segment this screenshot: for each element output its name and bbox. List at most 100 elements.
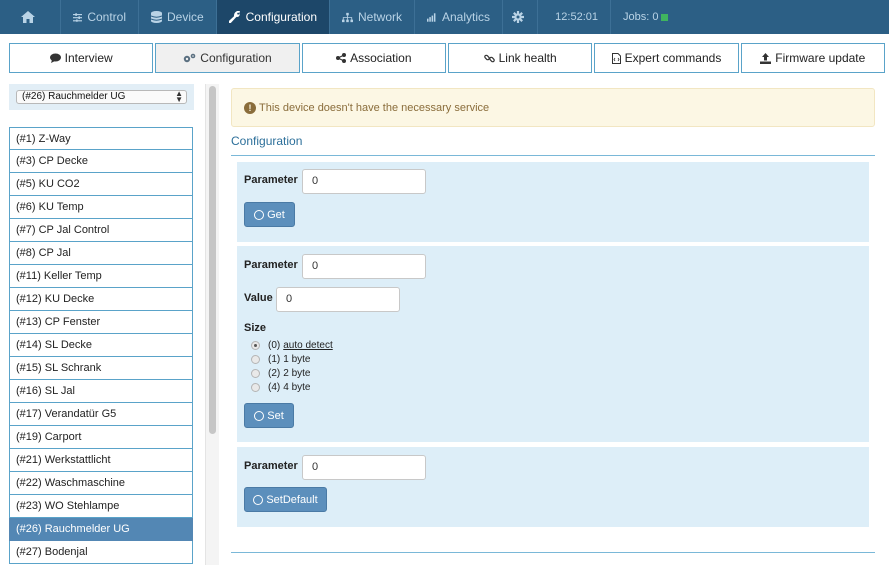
device-list-item[interactable]: (#6) KU Temp xyxy=(9,196,193,219)
comment-icon xyxy=(49,53,61,63)
size-label: Size xyxy=(244,322,267,334)
size-option-1-prefix: (1) xyxy=(268,354,281,365)
size-option-2-label: 2 byte xyxy=(283,368,311,379)
device-list-item[interactable]: (#11) Keller Temp xyxy=(9,265,193,288)
device-list-item[interactable]: (#8) CP Jal xyxy=(9,242,193,265)
device-list-item[interactable]: (#22) Waschmaschine xyxy=(9,472,193,495)
device-list-item[interactable]: (#12) KU Decke xyxy=(9,288,193,311)
set-parameter-panel: Parameter 0 Value 0 Size (0) auto detect… xyxy=(237,246,869,442)
gear-icon xyxy=(511,11,524,23)
default-parameter-label: Parameter xyxy=(244,460,298,472)
clock: 12:52:01 xyxy=(538,0,611,34)
nav-configuration[interactable]: Configuration xyxy=(217,0,330,34)
radio-icon[interactable] xyxy=(251,383,260,392)
tab-expert-commands[interactable]: Expert commands xyxy=(594,43,739,73)
value-input[interactable]: 0 xyxy=(276,287,400,312)
wrench-icon xyxy=(229,11,241,23)
device-list-item[interactable]: (#16) SL Jal xyxy=(9,380,193,403)
jobs-indicator[interactable]: Jobs: 0 xyxy=(611,0,680,34)
tab-association[interactable]: Association xyxy=(301,43,446,73)
size-option-3-prefix: (4) xyxy=(268,382,281,393)
warning-alert: ! This device doesn't have the necessary… xyxy=(231,88,875,127)
size-option-3-label: 4 byte xyxy=(283,382,311,393)
size-option-3[interactable]: (4) 4 byte xyxy=(251,382,310,393)
device-select[interactable]: (#26) Rauchmelder UG ▲ ▼ xyxy=(16,90,187,104)
radio-icon[interactable] xyxy=(251,355,260,364)
get-parameter-input[interactable]: 0 xyxy=(302,169,426,194)
file-code-icon xyxy=(611,52,621,64)
nav-control[interactable]: Control xyxy=(61,0,139,34)
device-list-item[interactable]: (#21) Werkstattlicht xyxy=(9,449,193,472)
tab-firmware-update[interactable]: Firmware update xyxy=(740,43,885,73)
sidebar-scrollbar[interactable] xyxy=(205,84,219,565)
exclamation-icon: ! xyxy=(244,101,256,114)
set-default-button-label: SetDefault xyxy=(266,493,318,506)
link-icon xyxy=(483,54,495,62)
warning-text: This device doesn't have the necessary s… xyxy=(259,101,490,114)
nav-network[interactable]: Network xyxy=(330,0,415,34)
top-navbar: Control Device Configuration Network Ana… xyxy=(0,0,889,34)
device-select-wrapper: (#26) Rauchmelder UG ▲ ▼ xyxy=(9,84,194,110)
sitemap-icon xyxy=(342,12,353,22)
tab-configuration-label: Configuration xyxy=(200,51,272,65)
size-option-2[interactable]: (2) 2 byte xyxy=(251,368,310,379)
bar-chart-icon xyxy=(427,12,436,22)
device-list-item[interactable]: (#13) CP Fenster xyxy=(9,311,193,334)
nav-device[interactable]: Device xyxy=(139,0,217,34)
set-button[interactable]: Set xyxy=(244,403,294,428)
circle-icon xyxy=(254,209,265,220)
database-icon xyxy=(151,11,162,23)
size-option-1-label: 1 byte xyxy=(283,354,311,365)
tab-firmware-update-label: Firmware update xyxy=(775,51,866,65)
radio-checked-icon[interactable] xyxy=(251,341,260,350)
device-list-item[interactable]: (#15) SL Schrank xyxy=(9,357,193,380)
device-list-item[interactable]: (#23) WO Stehlampe xyxy=(9,495,193,518)
tab-expert-commands-label: Expert commands xyxy=(624,51,722,65)
size-option-2-prefix: (2) xyxy=(268,368,281,379)
size-option-0-label: auto detect xyxy=(283,340,333,351)
circle-icon xyxy=(254,410,265,421)
nav-analytics[interactable]: Analytics xyxy=(415,0,503,34)
tab-interview[interactable]: Interview xyxy=(9,43,154,73)
share-icon xyxy=(336,53,347,63)
device-list-item[interactable]: (#26) Rauchmelder UG xyxy=(9,518,193,541)
device-list-item[interactable]: (#19) Carport xyxy=(9,426,193,449)
home-button[interactable] xyxy=(0,0,61,34)
device-list-item[interactable]: (#1) Z-Way xyxy=(9,127,193,150)
nav-network-label: Network xyxy=(357,10,402,24)
device-list: (#1) Z-Way (#3) CP Decke (#5) KU CO2 (#6) K… xyxy=(9,127,193,565)
nav-analytics-label: Analytics xyxy=(441,10,490,24)
device-list-item[interactable]: (#3) CP Decke xyxy=(9,150,193,173)
sliders-icon xyxy=(73,12,83,22)
nav-configuration-label: Configuration xyxy=(245,10,317,24)
device-select-value: (#26) Rauchmelder UG xyxy=(22,91,126,102)
size-option-1[interactable]: (1) 1 byte xyxy=(251,354,310,365)
device-list-item[interactable]: (#7) CP Jal Control xyxy=(9,219,193,242)
tab-interview-label: Interview xyxy=(64,51,113,65)
cogs-icon xyxy=(184,53,196,62)
set-default-button[interactable]: SetDefault xyxy=(244,487,327,512)
get-parameter-panel: Parameter 0 Get xyxy=(237,162,869,242)
device-list-item[interactable]: (#27) Bodenjal xyxy=(9,541,193,564)
set-default-panel: Parameter 0 SetDefault xyxy=(237,447,869,527)
device-list-item[interactable]: (#5) KU CO2 xyxy=(9,173,193,196)
set-parameter-input[interactable]: 0 xyxy=(302,254,426,279)
settings-button[interactable] xyxy=(503,0,538,34)
default-parameter-input[interactable]: 0 xyxy=(302,455,426,480)
size-option-0-prefix: (0) xyxy=(268,340,281,351)
get-button[interactable]: Get xyxy=(244,202,295,227)
radio-icon[interactable] xyxy=(251,369,260,378)
get-button-label: Get xyxy=(267,208,285,221)
nav-control-label: Control xyxy=(87,10,126,24)
set-button-label: Set xyxy=(267,409,284,422)
tab-configuration[interactable]: Configuration xyxy=(155,43,300,73)
size-option-0[interactable]: (0) auto detect xyxy=(251,340,333,351)
device-list-item[interactable]: (#14) SL Decke xyxy=(9,334,193,357)
tab-link-health-label: Link health xyxy=(498,51,557,65)
sidebar-scrollbar-thumb[interactable] xyxy=(209,86,216,434)
tab-link-health[interactable]: Link health xyxy=(447,43,593,73)
home-icon xyxy=(20,11,35,23)
circle-icon xyxy=(253,494,264,505)
section-title: Configuration xyxy=(231,134,303,148)
device-list-item[interactable]: (#17) Verandatür G5 xyxy=(9,403,193,426)
